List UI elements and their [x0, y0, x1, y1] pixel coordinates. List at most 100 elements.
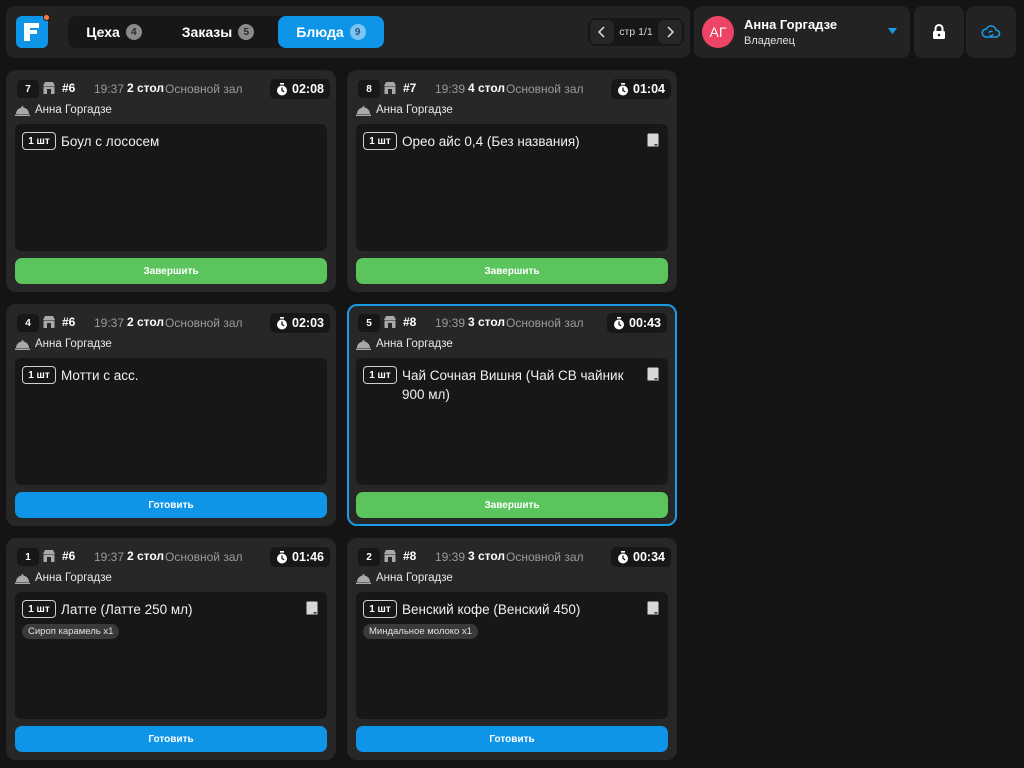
dish-items: 1 шт Венский кофе (Венский 450) Миндальн…: [356, 592, 668, 719]
lock-icon: [933, 24, 945, 39]
quantity-badge: 1 шт: [363, 366, 397, 384]
user-role: Владелец: [744, 35, 795, 47]
stopwatch-icon: [277, 316, 287, 329]
dish-number: 4: [17, 314, 39, 332]
restaurant-icon: [384, 82, 396, 94]
user-menu[interactable]: АГ Анна Горгадзе Владелец: [694, 6, 910, 58]
prev-page-button[interactable]: [590, 20, 614, 44]
comment-icon[interactable]: [647, 601, 659, 615]
hall-label: Основной зал: [165, 316, 243, 330]
dish-card[interactable]: 2 #8 19:39 3 стол Основной зал 00:34 Анн…: [347, 538, 677, 760]
waiter-name: Анна Горгадзе: [376, 572, 453, 584]
cloud-sync-icon: [981, 25, 1001, 38]
restaurant-icon: [384, 316, 396, 328]
quantity-badge: 1 шт: [22, 366, 56, 384]
quantity-badge: 1 шт: [363, 600, 397, 618]
dish-items: 1 шт Боул с лососем: [15, 124, 327, 251]
chevron-right-icon: [667, 26, 674, 38]
timer-value: 00:43: [629, 316, 661, 330]
hall-label: Основной зал: [506, 550, 584, 564]
restaurant-icon: [43, 550, 55, 562]
order-number: #6: [62, 315, 76, 329]
elapsed-timer: 00:34: [611, 547, 671, 567]
waiter-name: Анна Горгадзе: [376, 104, 453, 116]
order-number: #8: [403, 549, 417, 563]
waiter-name: Анна Горгадзе: [35, 338, 112, 350]
dish-card[interactable]: 1 #6 19:37 2 стол Основной зал 01:46 Анн…: [6, 538, 336, 760]
tab-label: Цеха: [86, 24, 120, 40]
dish-card[interactable]: 8 #7 19:39 4 стол Основной зал 01:04 Анн…: [347, 70, 677, 292]
waiter-name: Анна Горгадзе: [35, 572, 112, 584]
quantity-badge: 1 шт: [363, 132, 397, 150]
order-time: 19:39: [435, 550, 466, 564]
waiter-cloche-icon: [15, 574, 30, 584]
timer-value: 02:08: [292, 82, 324, 96]
dish-items: 1 шт Мотти с асс.: [15, 358, 327, 485]
order-number: #6: [62, 549, 76, 563]
dish-items: 1 шт Чай Сочная Вишня (Чай СВ чайник 900…: [356, 358, 668, 485]
chevron-left-icon: [598, 26, 605, 38]
app-logo[interactable]: [16, 14, 50, 48]
comment-icon[interactable]: [647, 133, 659, 147]
dish-card[interactable]: 7 #6 19:37 2 стол Основной зал 02:08 Анн…: [6, 70, 336, 292]
waiter-name: Анна Горгадзе: [35, 104, 112, 116]
table-label: 3 стол: [468, 315, 506, 329]
waiter-cloche-icon: [356, 574, 371, 584]
top-bar: Цеха 4 Заказы 5 Блюда 9 стр 1/1: [6, 6, 690, 58]
table-label: 2 стол: [127, 549, 165, 563]
timer-value: 01:04: [633, 82, 665, 96]
dish-name: Чай Сочная Вишня (Чай СВ чайник 900 мл): [402, 368, 624, 402]
order-number: #8: [403, 315, 417, 329]
dish-name: Латте (Латте 250 мл): [61, 602, 193, 617]
tab-dishes[interactable]: Блюда 9: [278, 16, 384, 48]
dish-card[interactable]: 5 #8 19:39 3 стол Основной зал 00:43 Анн…: [347, 304, 677, 526]
elapsed-timer: 02:08: [270, 79, 330, 99]
dish-number: 5: [358, 314, 380, 332]
hall-label: Основной зал: [506, 316, 584, 330]
cook-button[interactable]: Готовить: [15, 726, 327, 752]
quantity-badge: 1 шт: [22, 132, 56, 150]
dish-number: 1: [17, 548, 39, 566]
dish-number: 8: [358, 80, 380, 98]
dish-items: 1 шт Орео айс 0,4 (Без названия): [356, 124, 668, 251]
elapsed-timer: 01:46: [270, 547, 330, 567]
tab-orders[interactable]: Заказы 5: [168, 16, 268, 48]
hall-label: Основной зал: [506, 82, 584, 96]
dish-name: Орео айс 0,4 (Без названия): [402, 134, 580, 149]
hall-label: Основной зал: [165, 82, 243, 96]
finish-button[interactable]: Завершить: [356, 492, 668, 518]
waiter-cloche-icon: [15, 106, 30, 116]
stopwatch-icon: [618, 550, 628, 563]
modifier-tag: Миндальное молоко x1: [363, 624, 478, 639]
stopwatch-icon: [277, 82, 287, 95]
comment-icon[interactable]: [306, 601, 318, 615]
stopwatch-icon: [618, 82, 628, 95]
finish-button[interactable]: Завершить: [15, 258, 327, 284]
order-time: 19:37: [94, 82, 125, 96]
cloud-sync-button[interactable]: [966, 6, 1016, 58]
table-label: 3 стол: [468, 549, 506, 563]
modifier-tag: Сироп карамель x1: [22, 624, 120, 639]
finish-button[interactable]: Завершить: [356, 258, 668, 284]
lock-button[interactable]: [914, 6, 964, 58]
dish-card[interactable]: 4 #6 19:37 2 стол Основной зал 02:03 Анн…: [6, 304, 336, 526]
cook-button[interactable]: Готовить: [15, 492, 327, 518]
hall-label: Основной зал: [165, 550, 243, 564]
cook-button[interactable]: Готовить: [356, 726, 668, 752]
tab-workshops[interactable]: Цеха 4: [68, 16, 160, 48]
dish-name: Боул с лососем: [61, 134, 160, 149]
comment-icon[interactable]: [647, 367, 659, 381]
order-number: #7: [403, 81, 417, 95]
restaurant-icon: [384, 550, 396, 562]
tab-count-badge: 9: [349, 24, 366, 40]
tab-label: Заказы: [181, 24, 233, 40]
restaurant-icon: [43, 316, 55, 328]
table-label: 2 стол: [127, 315, 165, 329]
dish-name: Венский кофе (Венский 450): [402, 602, 581, 617]
next-page-button[interactable]: [658, 20, 682, 44]
elapsed-timer: 01:04: [611, 79, 671, 99]
dish-number: 7: [17, 80, 39, 98]
stopwatch-icon: [277, 550, 287, 563]
timer-value: 01:46: [292, 550, 324, 564]
quantity-badge: 1 шт: [22, 600, 56, 618]
